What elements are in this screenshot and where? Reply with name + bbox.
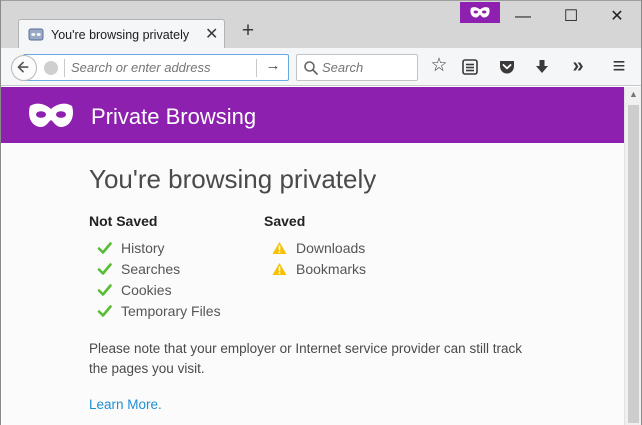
private-mask-icon bbox=[29, 103, 73, 128]
private-browsing-indicator bbox=[460, 2, 500, 23]
bookmark-star-icon[interactable]: ☆ bbox=[428, 56, 450, 77]
list-item-label: History bbox=[121, 240, 165, 256]
url-bar[interactable]: → bbox=[23, 54, 289, 81]
tracking-notice: Please note that your employer or Intern… bbox=[89, 341, 522, 376]
new-tab-button[interactable]: + bbox=[237, 20, 259, 42]
scrollbar-thumb[interactable] bbox=[628, 105, 639, 423]
tab-close-button[interactable]: ✕ bbox=[205, 24, 218, 44]
url-bar-separator bbox=[64, 59, 65, 77]
site-identity-icon bbox=[44, 61, 58, 75]
private-browsing-header: Private Browsing bbox=[1, 87, 624, 143]
search-icon bbox=[304, 61, 318, 75]
navigation-toolbar: → ☆ bbox=[1, 48, 641, 86]
download-arrow-icon bbox=[536, 60, 548, 73]
search-bar[interactable] bbox=[296, 54, 418, 81]
not-saved-heading: Not Saved bbox=[89, 213, 158, 229]
check-icon bbox=[97, 305, 112, 317]
hamburger-menu-button[interactable]: ≡ bbox=[608, 55, 630, 77]
check-icon bbox=[97, 284, 112, 296]
list-item-label: Temporary Files bbox=[121, 303, 221, 319]
check-icon bbox=[97, 263, 112, 275]
list-item-label: Searches bbox=[121, 261, 181, 277]
list-item-label: Bookmarks bbox=[296, 261, 367, 277]
tab-private-browsing[interactable]: You're browsing privately ✕ bbox=[18, 19, 225, 50]
bookmarks-menu-button[interactable] bbox=[459, 57, 481, 77]
downloads-button[interactable] bbox=[531, 57, 553, 77]
page-content: Private Browsing You're browsing private… bbox=[1, 87, 624, 425]
minimize-button[interactable]: — bbox=[500, 5, 546, 29]
tab-title: You're browsing privately bbox=[51, 28, 190, 42]
list-item-label: Downloads bbox=[296, 240, 366, 256]
pocket-icon bbox=[500, 61, 514, 74]
scroll-up-arrow-icon[interactable]: ▲ bbox=[625, 89, 642, 103]
private-tab-favicon-icon bbox=[28, 28, 44, 41]
more-tools-button[interactable]: » bbox=[567, 56, 589, 77]
tab-strip: You're browsing privately ✕ + — ☐ ✕ bbox=[1, 0, 641, 50]
private-mask-icon bbox=[470, 7, 490, 18]
bookmarks-list-icon bbox=[462, 59, 478, 75]
close-window-button[interactable]: ✕ bbox=[594, 5, 640, 29]
browser-window: You're browsing privately ✕ + — ☐ ✕ → bbox=[0, 0, 642, 425]
check-icon bbox=[97, 242, 112, 254]
warning-icon bbox=[272, 242, 287, 254]
search-input[interactable] bbox=[322, 60, 412, 75]
learn-more-link[interactable]: Learn More. bbox=[89, 397, 162, 412]
warning-icon bbox=[272, 263, 287, 275]
pocket-button[interactable] bbox=[496, 57, 518, 77]
url-input[interactable] bbox=[71, 60, 251, 75]
vertical-scrollbar[interactable]: ▲ bbox=[624, 87, 641, 425]
saved-heading: Saved bbox=[264, 213, 306, 229]
page-title: You're browsing privately bbox=[89, 164, 377, 194]
maximize-button[interactable]: ☐ bbox=[548, 5, 594, 29]
go-arrow-icon[interactable]: → bbox=[262, 57, 284, 77]
go-separator bbox=[256, 59, 257, 77]
header-title: Private Browsing bbox=[91, 104, 257, 129]
list-item-label: Cookies bbox=[121, 282, 172, 298]
back-button[interactable] bbox=[11, 55, 37, 81]
back-arrow-icon bbox=[17, 61, 29, 73]
